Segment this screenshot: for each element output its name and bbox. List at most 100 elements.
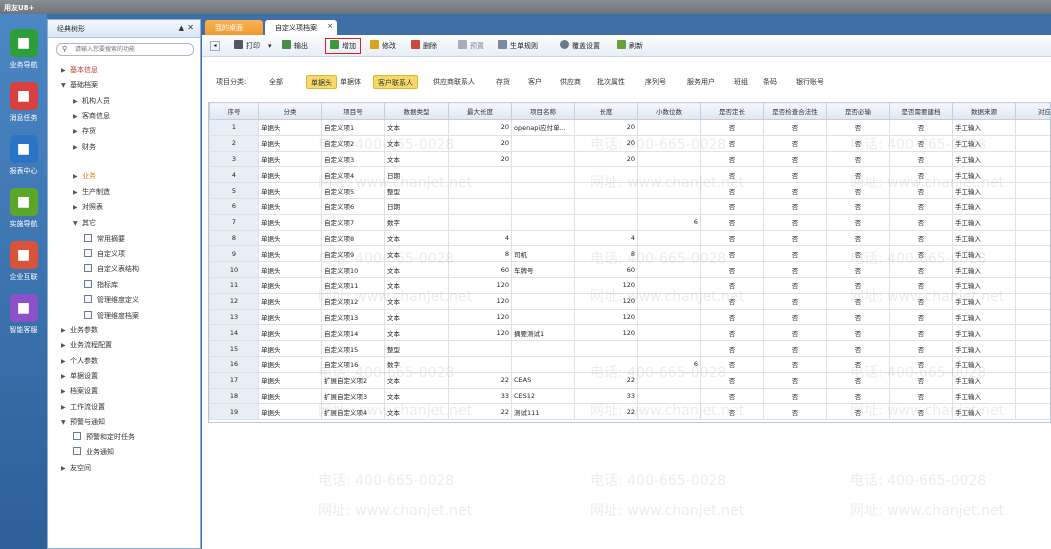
table-row[interactable]: 2 单据头 自定义项2 文本 20 20 否否否否手工输入 [209, 134, 1050, 152]
nav-item-0[interactable]: ■ 业务导航 [0, 29, 47, 70]
table-cell[interactable]: 否 [763, 292, 827, 310]
table-cell[interactable]: 否 [763, 197, 827, 215]
expand-arrow-icon[interactable]: ▶ [73, 95, 82, 109]
table-cell[interactable] [448, 340, 512, 357]
tree-node[interactable]: ▶ 客商信息 [73, 109, 110, 123]
table-cell[interactable]: 否 [826, 355, 890, 373]
table-cell[interactable]: 否 [763, 340, 827, 357]
table-row[interactable]: 14 单据头 自定义项14 文本 120 摘要测试1 120 否否否否手工输入 [209, 324, 1050, 342]
column-header[interactable]: 是否定长 [700, 102, 764, 120]
table-row[interactable]: 5 单据头 自定义项5 整型否否否否手工输入 [209, 182, 1050, 199]
expand-arrow-icon[interactable]: ▶ [61, 370, 70, 384]
table-cell[interactable] [1015, 371, 1050, 389]
table-cell[interactable]: 否 [826, 308, 890, 326]
table-cell[interactable]: 自定义项14 [321, 324, 385, 342]
table-cell[interactable]: 摘要测试1 [511, 324, 575, 342]
category-item[interactable]: 供应商联系人 [433, 75, 475, 89]
table-cell[interactable]: 否 [826, 340, 890, 357]
table-cell[interactable]: 11 [209, 276, 259, 294]
table-cell[interactable]: 手工输入 [952, 150, 1016, 168]
table-cell[interactable]: 否 [889, 403, 953, 421]
table-cell[interactable]: 22 [574, 403, 638, 421]
table-cell[interactable]: 否 [826, 371, 890, 389]
table-cell[interactable]: 60 [448, 261, 512, 278]
table-cell[interactable]: 否 [889, 119, 953, 136]
table-cell[interactable]: 手工输入 [952, 324, 1016, 342]
table-cell[interactable]: 测试111 [511, 403, 575, 421]
table-cell[interactable]: 手工输入 [952, 119, 1016, 136]
tree-node[interactable]: 自定义表结构 [84, 262, 139, 276]
category-item[interactable]: 全部 [269, 75, 283, 89]
table-cell[interactable]: 自定义项16 [321, 355, 385, 373]
table-cell[interactable]: 数字 [384, 213, 449, 231]
table-cell[interactable]: 手工输入 [952, 308, 1016, 326]
table-cell[interactable]: 单据头 [258, 166, 322, 184]
nav-item-5[interactable]: ■ 智能客服 [0, 294, 47, 335]
table-cell[interactable]: 日期 [384, 197, 449, 215]
table-row[interactable]: 8 单据头 自定义项8 文本 4 4 否否否否手工输入 [209, 229, 1050, 247]
category-item[interactable]: 条码 [763, 75, 777, 89]
table-row[interactable]: 6 单据头 自定义项6 日期否否否否手工输入 [209, 197, 1050, 215]
table-cell[interactable]: 手工输入 [952, 403, 1016, 421]
category-item[interactable]: 客户 [528, 75, 542, 89]
table-cell[interactable]: 整型 [384, 182, 449, 199]
table-cell[interactable]: 120 [574, 276, 638, 294]
table-cell[interactable]: 120 [448, 308, 512, 326]
table-cell[interactable]: 120 [574, 308, 638, 326]
table-cell[interactable]: 文本 [384, 229, 449, 247]
table-cell[interactable]: 文本 [384, 308, 449, 326]
table-row[interactable]: 16 单据头 自定义项16 数字 6 否否否否手工输入 [209, 355, 1050, 373]
tree-node[interactable]: ▶ 对照表 [73, 200, 103, 214]
table-row[interactable]: 10 单据头 自定义项10 文本 60 车牌号 60 否否否否手工输入 [209, 261, 1050, 278]
table-cell[interactable] [511, 276, 575, 294]
table-cell[interactable]: 6 [209, 197, 259, 215]
table-cell[interactable] [511, 150, 575, 168]
print-dropdown[interactable]: ▾ [268, 39, 272, 53]
table-cell[interactable] [574, 182, 638, 199]
table-cell[interactable]: 5 [209, 182, 259, 199]
tree-node[interactable]: ▶ 单据设置 [61, 369, 98, 383]
page-setup-button[interactable]: 覆盖设置 [560, 39, 600, 53]
expand-arrow-icon[interactable]: ▶ [61, 324, 70, 338]
table-cell[interactable]: 手工输入 [952, 229, 1016, 247]
tree-node[interactable]: 自定义项 [84, 247, 125, 261]
table-cell[interactable]: 否 [700, 134, 764, 152]
table-cell[interactable]: 否 [889, 182, 953, 199]
expand-arrow-icon[interactable]: ▼ [61, 79, 70, 93]
table-cell[interactable] [637, 119, 701, 136]
table-cell[interactable] [1015, 150, 1050, 168]
column-header[interactable]: 数据来源 [952, 102, 1016, 120]
table-cell[interactable]: 文本 [384, 119, 449, 136]
table-cell[interactable]: 单据头 [258, 324, 322, 342]
table-cell[interactable] [1015, 324, 1050, 342]
table-cell[interactable]: 自定义项6 [321, 197, 385, 215]
category-item[interactable]: 供应商 [560, 75, 581, 89]
table-cell[interactable] [511, 292, 575, 310]
tab-my-desktop[interactable]: 我的桌面 [205, 20, 263, 35]
table-cell[interactable] [637, 182, 701, 199]
table-cell[interactable]: 16 [209, 355, 259, 373]
table-cell[interactable]: 否 [889, 340, 953, 357]
category-item[interactable]: 班组 [734, 75, 748, 89]
table-cell[interactable]: 单据头 [258, 150, 322, 168]
expand-arrow-icon[interactable]: ▶ [61, 339, 70, 353]
table-cell[interactable]: 否 [889, 276, 953, 294]
table-cell[interactable]: 否 [889, 355, 953, 373]
table-cell[interactable]: 15 [209, 340, 259, 357]
table-cell[interactable]: 否 [700, 340, 764, 357]
tree-node[interactable]: ▶ 机构人员 [73, 94, 110, 108]
table-cell[interactable] [1015, 355, 1050, 373]
tree-node[interactable]: 常用摘要 [84, 232, 125, 246]
table-cell[interactable] [1015, 276, 1050, 294]
table-cell[interactable]: 6 [637, 355, 701, 373]
table-cell[interactable] [637, 197, 701, 215]
table-cell[interactable]: 否 [700, 308, 764, 326]
table-cell[interactable] [574, 213, 638, 231]
table-cell[interactable]: 自定义项9 [321, 245, 385, 263]
table-cell[interactable]: 12 [209, 292, 259, 310]
table-cell[interactable]: 单据头 [258, 261, 322, 278]
tree-node[interactable]: ▶ 基本信息 [61, 63, 98, 77]
table-cell[interactable] [574, 197, 638, 215]
table-cell[interactable]: 单据头 [258, 182, 322, 199]
table-cell[interactable]: 自定义项5 [321, 182, 385, 199]
